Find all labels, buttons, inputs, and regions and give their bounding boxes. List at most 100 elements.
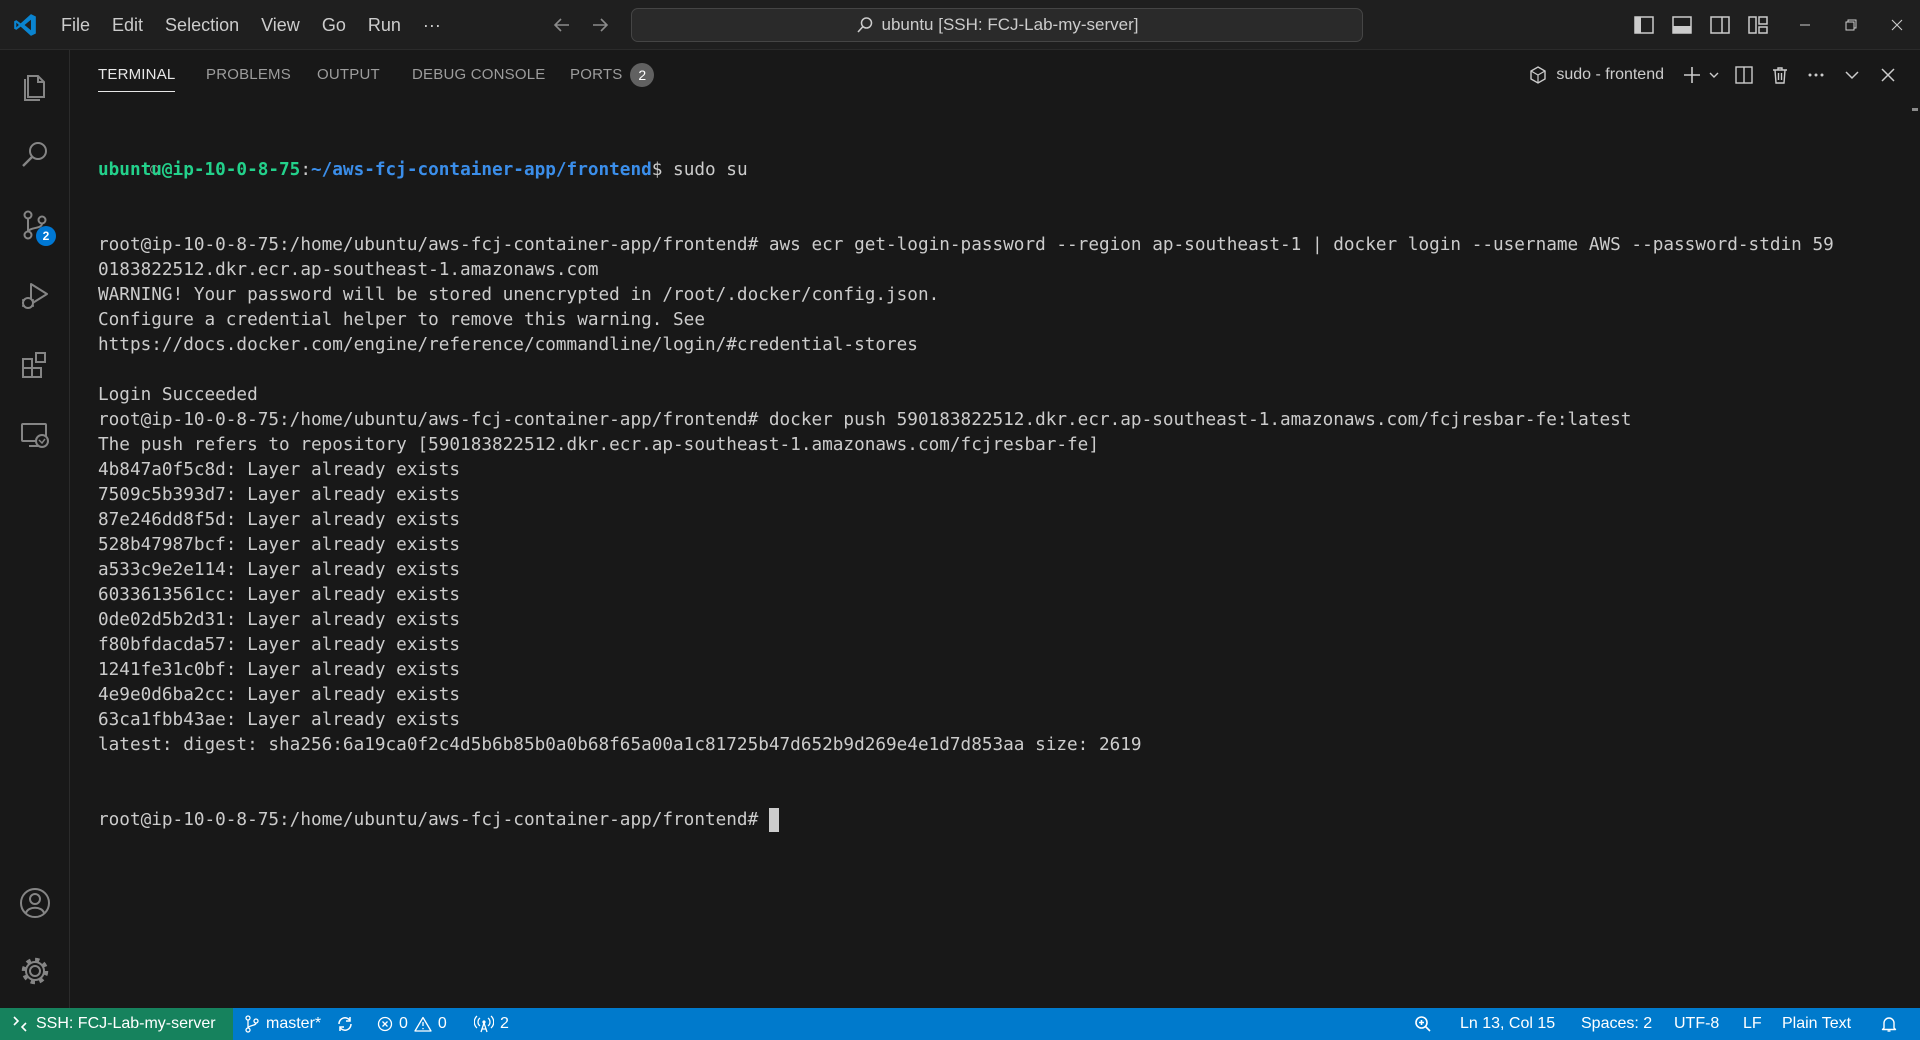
- more-actions-button[interactable]: [1802, 61, 1830, 89]
- command-center-search[interactable]: ubuntu [SSH: FCJ-Lab-my-server]: [631, 8, 1363, 42]
- minimize-icon[interactable]: [1782, 0, 1828, 50]
- status-bar: SSH: FCJ-Lab-my-server master* 0 0 2 Ln …: [0, 1008, 1920, 1040]
- close-panel-button[interactable]: [1874, 61, 1902, 89]
- chevron-down-icon: [1709, 72, 1719, 78]
- error-icon: [377, 1016, 393, 1032]
- prompt-command: sudo su: [662, 160, 748, 180]
- activity-manage[interactable]: [0, 936, 70, 1006]
- sync-button[interactable]: [336, 1008, 354, 1040]
- restore-icon[interactable]: [1828, 0, 1874, 50]
- close-icon: [1881, 68, 1895, 82]
- prompt-path: ~/aws-fcj-container-app/frontend: [310, 160, 652, 180]
- terminal-line: 87e246dd8f5d: Layer already exists: [98, 510, 461, 530]
- indentation-label: Spaces: 2: [1581, 1015, 1653, 1032]
- toggle-secondary-sidebar-icon[interactable]: [1706, 11, 1734, 39]
- prompt-user-host: ubuntu@ip-10-0-8-75: [98, 160, 301, 180]
- split-terminal-button[interactable]: [1730, 61, 1758, 89]
- terminal-line: 4b847a0f5c8d: Layer already exists: [98, 460, 461, 480]
- tab-terminal[interactable]: TERMINAL: [98, 50, 176, 100]
- chevron-down-icon: [1845, 71, 1859, 80]
- tab-ports[interactable]: PORTS 2: [570, 50, 655, 100]
- terminal-shell-icon: [1530, 66, 1547, 84]
- remote-indicator[interactable]: SSH: FCJ-Lab-my-server: [0, 1008, 233, 1040]
- cursor-position-status[interactable]: Ln 13, Col 15: [1460, 1008, 1555, 1040]
- search-icon: [22, 142, 47, 167]
- git-branch-status[interactable]: master*: [244, 1008, 321, 1040]
- language-mode-status[interactable]: Plain Text: [1782, 1008, 1851, 1040]
- bottom-panel: TERMINAL PROBLEMS OUTPUT DEBUG CONSOLE P…: [70, 50, 1920, 1008]
- activity-explorer[interactable]: [0, 50, 70, 120]
- menu-run[interactable]: Run: [357, 0, 412, 50]
- encoding-label: UTF-8: [1674, 1015, 1720, 1032]
- activity-remote-explorer[interactable]: [0, 400, 70, 470]
- gear-icon: [21, 957, 49, 985]
- terminal-line: 0183822512.dkr.ecr.ap-southeast-1.amazon…: [98, 260, 599, 280]
- cursor-position-label: Ln 13, Col 15: [1460, 1015, 1556, 1032]
- prompt-separator: :: [300, 160, 311, 180]
- menu-more[interactable]: ···: [412, 0, 452, 50]
- panel-actions: sudo - frontend: [1522, 50, 1902, 100]
- terminal-line: 1241fe31c0bf: Layer already exists: [98, 660, 461, 680]
- terminal-output[interactable]: ubuntu@ip-10-0-8-75:~/aws-fcj-container-…: [98, 108, 1898, 988]
- plus-icon: [1684, 67, 1700, 83]
- terminal-profile-dropdown[interactable]: [1706, 61, 1722, 89]
- menu-selection[interactable]: Selection: [154, 0, 250, 50]
- ellipsis-icon: [1808, 73, 1824, 77]
- activity-source-control[interactable]: 2: [0, 190, 70, 260]
- problems-status[interactable]: 0 0: [377, 1008, 447, 1040]
- terminal-line: The push refers to repository [590183822…: [98, 435, 1099, 455]
- menu-file[interactable]: File: [50, 0, 101, 50]
- customize-layout-icon[interactable]: [1744, 11, 1772, 39]
- menu-edit[interactable]: Edit: [101, 0, 154, 50]
- activity-bar: 2: [0, 50, 70, 1008]
- toggle-panel-icon[interactable]: [1668, 11, 1696, 39]
- maximize-panel-button[interactable]: [1838, 61, 1866, 89]
- tab-problems[interactable]: PROBLEMS: [206, 50, 291, 100]
- tab-output[interactable]: OUTPUT: [317, 50, 380, 100]
- vscode-logo-icon[interactable]: [12, 12, 38, 38]
- forward-arrow-icon[interactable]: [586, 11, 614, 39]
- ports-count-badge: 2: [630, 63, 655, 88]
- terminal-scrollbar[interactable]: [1906, 108, 1920, 988]
- new-terminal-button[interactable]: [1678, 61, 1706, 89]
- terminal-lines: root@ip-10-0-8-75:/home/ubuntu/aws-fcj-c…: [98, 233, 1898, 758]
- menu-go[interactable]: Go: [311, 0, 357, 50]
- encoding-status[interactable]: UTF-8: [1674, 1008, 1719, 1040]
- eol-status[interactable]: LF: [1743, 1008, 1762, 1040]
- terminal-line: 7509c5b393d7: Layer already exists: [98, 485, 461, 505]
- split-icon: [1735, 66, 1753, 84]
- terminal-line: root@ip-10-0-8-75:/home/ubuntu/aws-fcj-c…: [98, 410, 1632, 430]
- terminal-instance-name: sudo - frontend: [1556, 66, 1664, 83]
- terminal-line: https://docs.docker.com/engine/reference…: [98, 335, 918, 355]
- remote-label: SSH: FCJ-Lab-my-server: [36, 1015, 216, 1032]
- prompt-symbol: $: [651, 160, 663, 180]
- close-window-icon[interactable]: [1874, 0, 1920, 50]
- zoom-button[interactable]: [1414, 1008, 1432, 1040]
- back-arrow-icon[interactable]: [548, 11, 576, 39]
- terminal-line: latest: digest: sha256:6a19ca0f2c4d5b6b8…: [98, 735, 1142, 755]
- remote-explorer-icon: [21, 423, 49, 448]
- terminal-line-prompt: ubuntu@ip-10-0-8-75:~/aws-fcj-container-…: [98, 158, 1898, 183]
- notifications-button[interactable]: [1880, 1008, 1898, 1040]
- terminal-instance-selector[interactable]: sudo - frontend: [1522, 61, 1670, 89]
- source-control-badge: 2: [36, 226, 56, 246]
- title-bar: File Edit Selection View Go Run ··· ubun…: [0, 0, 1920, 50]
- terminal-line: 0de02d5b2d31: Layer already exists: [98, 610, 461, 630]
- toggle-primary-sidebar-icon[interactable]: [1630, 11, 1658, 39]
- kill-terminal-button[interactable]: [1766, 61, 1794, 89]
- indentation-status[interactable]: Spaces: 2: [1581, 1008, 1652, 1040]
- git-branch-icon: [245, 1015, 259, 1033]
- terminal-line: 528b47987bcf: Layer already exists: [98, 535, 461, 555]
- tab-ports-label: PORTS: [570, 66, 623, 83]
- menu-view[interactable]: View: [250, 0, 311, 50]
- account-icon: [20, 888, 50, 918]
- warning-icon: [414, 1016, 432, 1032]
- terminal-line: a533c9e2e114: Layer already exists: [98, 560, 461, 580]
- activity-search[interactable]: [0, 120, 70, 190]
- activity-accounts[interactable]: [0, 868, 70, 938]
- activity-extensions[interactable]: [0, 330, 70, 400]
- terminal-line: 63ca1fbb43ae: Layer already exists: [98, 710, 461, 730]
- tab-debug-console[interactable]: DEBUG CONSOLE: [412, 50, 545, 100]
- forwarded-ports-status[interactable]: 2: [474, 1008, 509, 1040]
- activity-run-debug[interactable]: [0, 260, 70, 330]
